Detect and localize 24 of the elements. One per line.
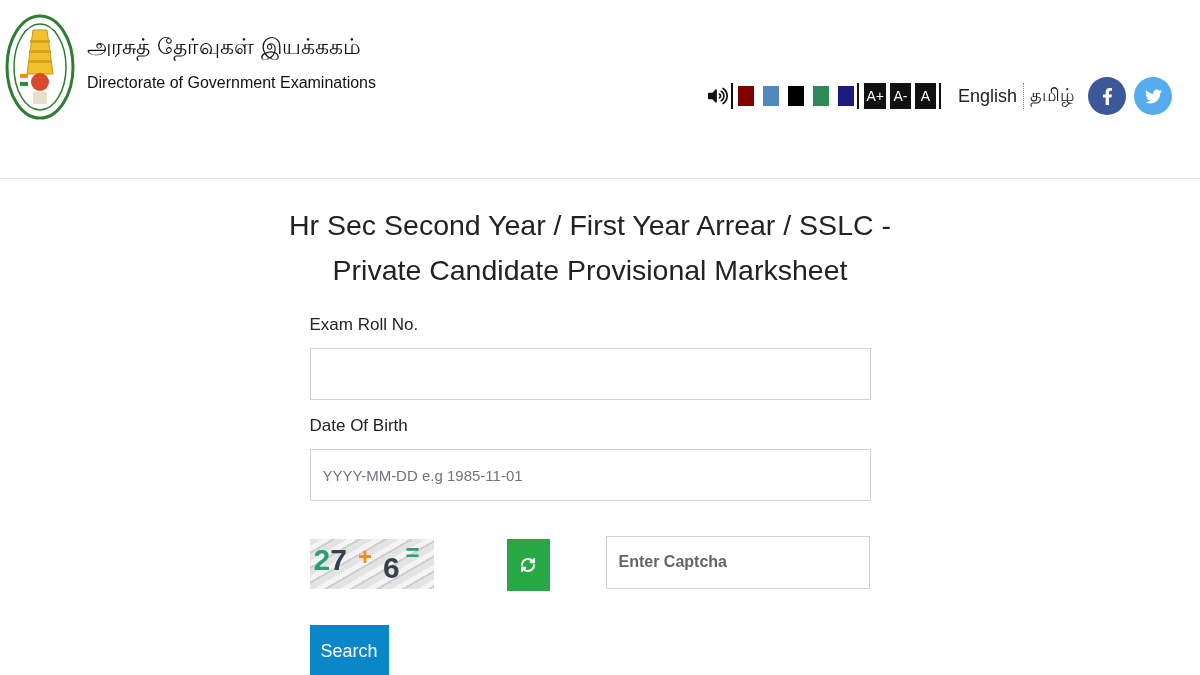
language-link[interactable]: தமிழ் bbox=[1030, 84, 1074, 108]
language-link[interactable]: English bbox=[957, 85, 1017, 107]
site-title: Directorate of Government Examinations bbox=[87, 74, 376, 92]
field-label: Exam Roll No. bbox=[309, 315, 420, 335]
swatch-icon[interactable] bbox=[763, 86, 780, 106]
speaker-icon[interactable] bbox=[708, 87, 729, 105]
captcha-field[interactable]: Enter Captcha bbox=[605, 535, 870, 589]
swatch-icon[interactable] bbox=[738, 86, 755, 106]
input-field[interactable] bbox=[309, 348, 871, 400]
page-title: Hr Sec Second Year / First Year Arrear / SSLC - Private Candidate Provisional Marksheet bbox=[289, 208, 891, 288]
swatch-icon[interactable] bbox=[838, 86, 855, 106]
input-field[interactable]: YYYY-MM-DD e.g 1985-11-01 bbox=[309, 449, 871, 501]
font-size-button[interactable]: A bbox=[914, 83, 936, 109]
font-size-button[interactable]: A- bbox=[889, 83, 911, 109]
field-label: Date Of Birth bbox=[309, 416, 409, 436]
captcha-image: 27 + 6 = bbox=[309, 539, 434, 589]
refresh-icon bbox=[520, 557, 536, 573]
refresh-button[interactable] bbox=[506, 539, 550, 591]
search-button[interactable]: Search bbox=[309, 625, 389, 675]
site-title-tamil: அரசுத் தேர்வுகள் இயக்ககம் bbox=[87, 34, 362, 62]
swatch-icon[interactable] bbox=[813, 86, 830, 106]
font-size-button[interactable]: A+ bbox=[864, 83, 886, 109]
facebook-icon[interactable] bbox=[1088, 77, 1126, 115]
swatch-icon[interactable] bbox=[788, 86, 805, 106]
